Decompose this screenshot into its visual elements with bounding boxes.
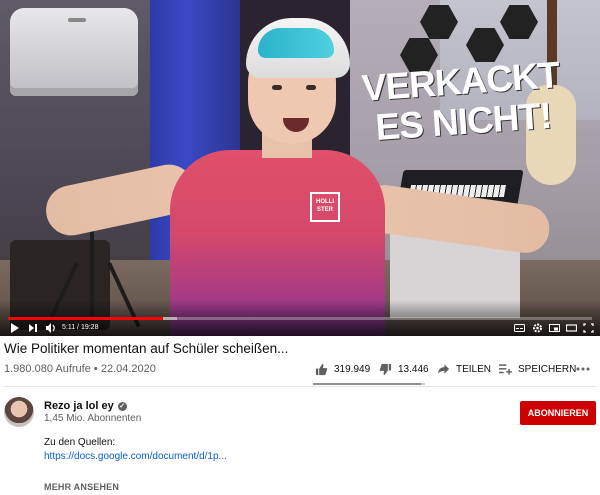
verified-check-icon: ✓: [117, 401, 127, 411]
channel-name-text[interactable]: Rezo ja lol ey: [44, 400, 114, 412]
subtitles-icon[interactable]: [514, 322, 525, 334]
thumbs-down-icon: [379, 363, 392, 375]
divider: [4, 386, 596, 387]
subscribe-button[interactable]: ABONNIEREN: [520, 401, 596, 425]
play-icon[interactable]: [10, 322, 20, 334]
thumbnail-overlay-text: VERKACKT ES NICHT!: [359, 54, 564, 149]
fullscreen-icon[interactable]: [583, 322, 594, 334]
save-button[interactable]: SPEICHERN: [499, 361, 576, 377]
eye: [306, 85, 316, 90]
channel-avatar[interactable]: [4, 397, 34, 427]
eye: [272, 85, 282, 90]
volume-icon[interactable]: [45, 322, 57, 334]
shirt-logo: HOLLI STER: [310, 192, 340, 222]
like-ratio-fill: [313, 383, 421, 385]
add-to-playlist-icon: [499, 364, 512, 375]
view-count: 1.980.080 Aufrufe: [4, 363, 91, 375]
show-more-button[interactable]: MEHR ANSEHEN: [44, 482, 119, 492]
sources-link[interactable]: https://docs.google.com/document/d/1p...: [44, 451, 227, 462]
video-frame[interactable]: HOLLI STER VERKACKT ES NICHT!: [0, 0, 600, 336]
next-icon[interactable]: [28, 322, 38, 334]
share-label: TEILEN: [456, 363, 492, 375]
video-title: Wie Politiker momentan auf Schüler schei…: [4, 341, 289, 356]
settings-gear-icon[interactable]: [532, 322, 543, 334]
dislike-count: 13.446: [398, 363, 429, 375]
progress-played: [8, 317, 164, 320]
like-count: 319.949: [334, 363, 371, 375]
like-button[interactable]: 319.949: [315, 361, 370, 377]
upload-date: 22.04.2020: [100, 363, 156, 375]
time-display: 5:11 / 19:28: [62, 324, 99, 331]
more-actions-button[interactable]: [576, 361, 590, 377]
share-button[interactable]: TEILEN: [437, 361, 491, 377]
theater-mode-icon[interactable]: [566, 322, 577, 334]
dislike-button[interactable]: 13.446: [379, 361, 429, 377]
share-arrow-icon: [437, 364, 450, 374]
channel-name[interactable]: Rezo ja lol ey ✓: [44, 400, 127, 412]
air-conditioner: [10, 8, 138, 96]
blue-hair: [258, 28, 334, 58]
more-horizontal-icon: [576, 367, 590, 371]
video-player[interactable]: HOLLI STER VERKACKT ES NICHT! 5:11 / 19:…: [0, 0, 600, 336]
miniplayer-icon[interactable]: [549, 322, 560, 334]
description-text: Zu den Quellen:: [44, 437, 116, 448]
progress-bar[interactable]: [8, 317, 592, 320]
video-meta: 1.980.080 Aufrufe • 22.04.2020: [4, 363, 156, 375]
subscriber-count: 1,45 Mio. Abonnenten: [44, 413, 142, 424]
thumbs-up-icon: [315, 363, 328, 375]
like-ratio-bar: [313, 383, 425, 385]
save-label: SPEICHERN: [518, 363, 577, 375]
